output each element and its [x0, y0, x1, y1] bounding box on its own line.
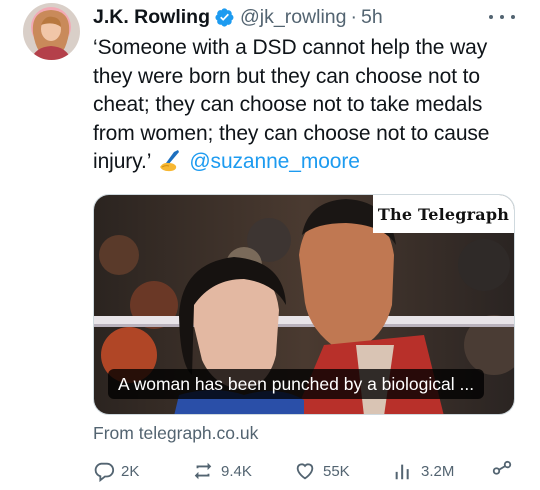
- timestamp[interactable]: 5h: [361, 6, 383, 29]
- verified-badge-icon[interactable]: [214, 7, 235, 28]
- writing-hand-icon: [159, 150, 183, 181]
- tweet-text-line: they were born but they can choose not t…: [93, 64, 480, 88]
- reply-button[interactable]: 2K: [93, 460, 139, 482]
- tweet-text: ‘Someone with a DSD cannot help the way …: [93, 34, 523, 181]
- tweet-header: J.K. Rowling @jk_rowling · 5h: [93, 4, 383, 30]
- link-card[interactable]: The Telegraph A woman has been punched b…: [93, 194, 515, 415]
- author-name[interactable]: J.K. Rowling: [93, 6, 210, 29]
- separator-dot: ·: [350, 5, 358, 28]
- views-button[interactable]: 3.2M: [393, 460, 454, 482]
- card-source[interactable]: From telegraph.co.uk: [93, 423, 258, 444]
- action-bar: 2K 9.4K 55K 3.2M: [93, 460, 523, 490]
- mention-link[interactable]: @suzanne_moore: [189, 150, 360, 173]
- repost-button[interactable]: 9.4K: [191, 460, 252, 482]
- like-button[interactable]: 55K: [293, 460, 350, 482]
- tweet-text-line: injury.’: [93, 150, 152, 173]
- share-button[interactable]: [491, 460, 513, 482]
- repost-icon: [191, 460, 215, 482]
- share-icon: [491, 460, 513, 482]
- repost-count: 9.4K: [221, 462, 252, 480]
- views-icon: [393, 460, 415, 482]
- author-handle[interactable]: @jk_rowling: [240, 6, 347, 29]
- avatar[interactable]: [23, 3, 80, 60]
- tweet-text-last-line: injury.’ @suzanne_moore: [93, 148, 523, 181]
- tweet-text-line: ‘Someone with a DSD cannot help the way: [93, 36, 488, 59]
- publisher-logo: The Telegraph: [373, 195, 514, 233]
- tweet-text-line: from women; they can choose not to cause: [93, 121, 490, 145]
- reply-count: 2K: [121, 462, 140, 480]
- more-options-icon[interactable]: [489, 9, 515, 25]
- views-count: 3.2M: [421, 462, 455, 480]
- heart-icon: [293, 460, 317, 482]
- tweet-text-line: cheat; they can choose not to take medal…: [93, 93, 483, 116]
- reply-icon: [93, 460, 115, 482]
- like-count: 55K: [323, 462, 350, 480]
- card-caption[interactable]: A woman has been punched by a biological…: [108, 369, 485, 399]
